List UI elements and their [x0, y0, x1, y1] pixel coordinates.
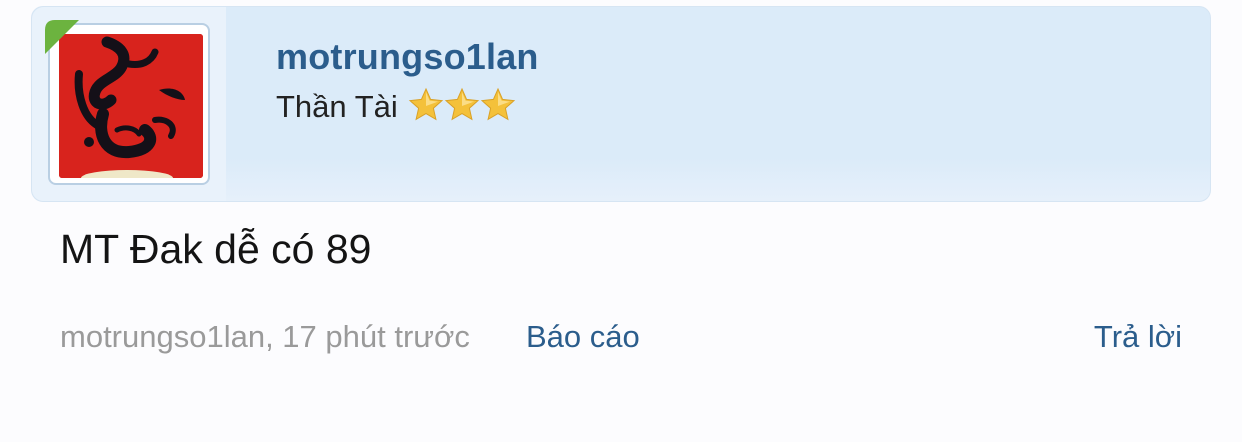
star-icon	[480, 87, 515, 121]
star-icon	[408, 87, 443, 121]
avatar-panel	[32, 7, 226, 201]
reply-link[interactable]: Trả lời	[1094, 316, 1182, 358]
star-icon	[444, 87, 479, 121]
author-username[interactable]: motrungso1lan	[276, 35, 539, 79]
rank-stars	[408, 87, 516, 123]
post-message: MT Đak dễ có 89	[60, 226, 372, 272]
report-link[interactable]: Báo cáo	[526, 316, 640, 358]
author-rank: Thần Tài	[276, 85, 516, 129]
calligraphy-avatar-image	[59, 34, 203, 178]
rank-title: Thần Tài	[276, 89, 398, 124]
user-card: motrungso1lan Thần Tài	[31, 6, 1211, 202]
post-byline: motrungso1lan, 17 phút trước	[60, 319, 470, 354]
forum-post: motrungso1lan Thần Tài MT Đak dễ có 89 m…	[0, 0, 1242, 442]
post-meta: motrungso1lan, 17 phút trước Báo cáo Trả…	[60, 316, 1182, 358]
